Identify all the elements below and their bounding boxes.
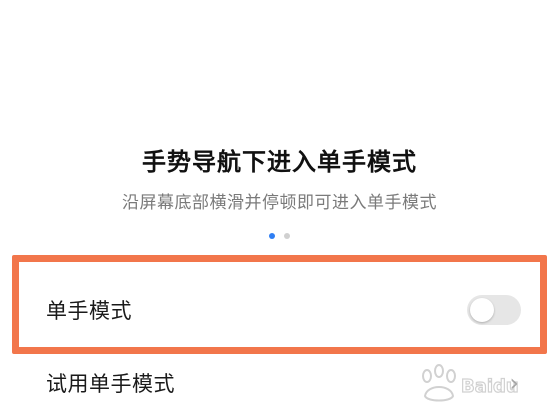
setting-label: 单手模式 [46, 299, 132, 323]
settings-screen: 手势导航下进入单手模式 沿屏幕底部横滑并停顿即可进入单手模式 单手模式 试用单手… [0, 0, 559, 412]
svg-text:Baidu: Baidu [461, 376, 519, 397]
pager-dot-active[interactable] [269, 233, 275, 239]
setting-row-one-hand-mode[interactable]: 单手模式 [0, 287, 559, 333]
toggle-knob [470, 298, 494, 322]
baidu-logo-watermark: Baidu [422, 364, 519, 402]
pager-dots [0, 233, 559, 239]
pager-dot[interactable] [284, 233, 290, 239]
one-hand-mode-toggle[interactable] [467, 295, 521, 325]
setting-label: 试用单手模式 [46, 372, 175, 396]
page-title: 手势导航下进入单手模式 [142, 148, 417, 176]
page-subtitle: 沿屏幕底部横滑并停顿即可进入单手模式 [122, 193, 437, 213]
